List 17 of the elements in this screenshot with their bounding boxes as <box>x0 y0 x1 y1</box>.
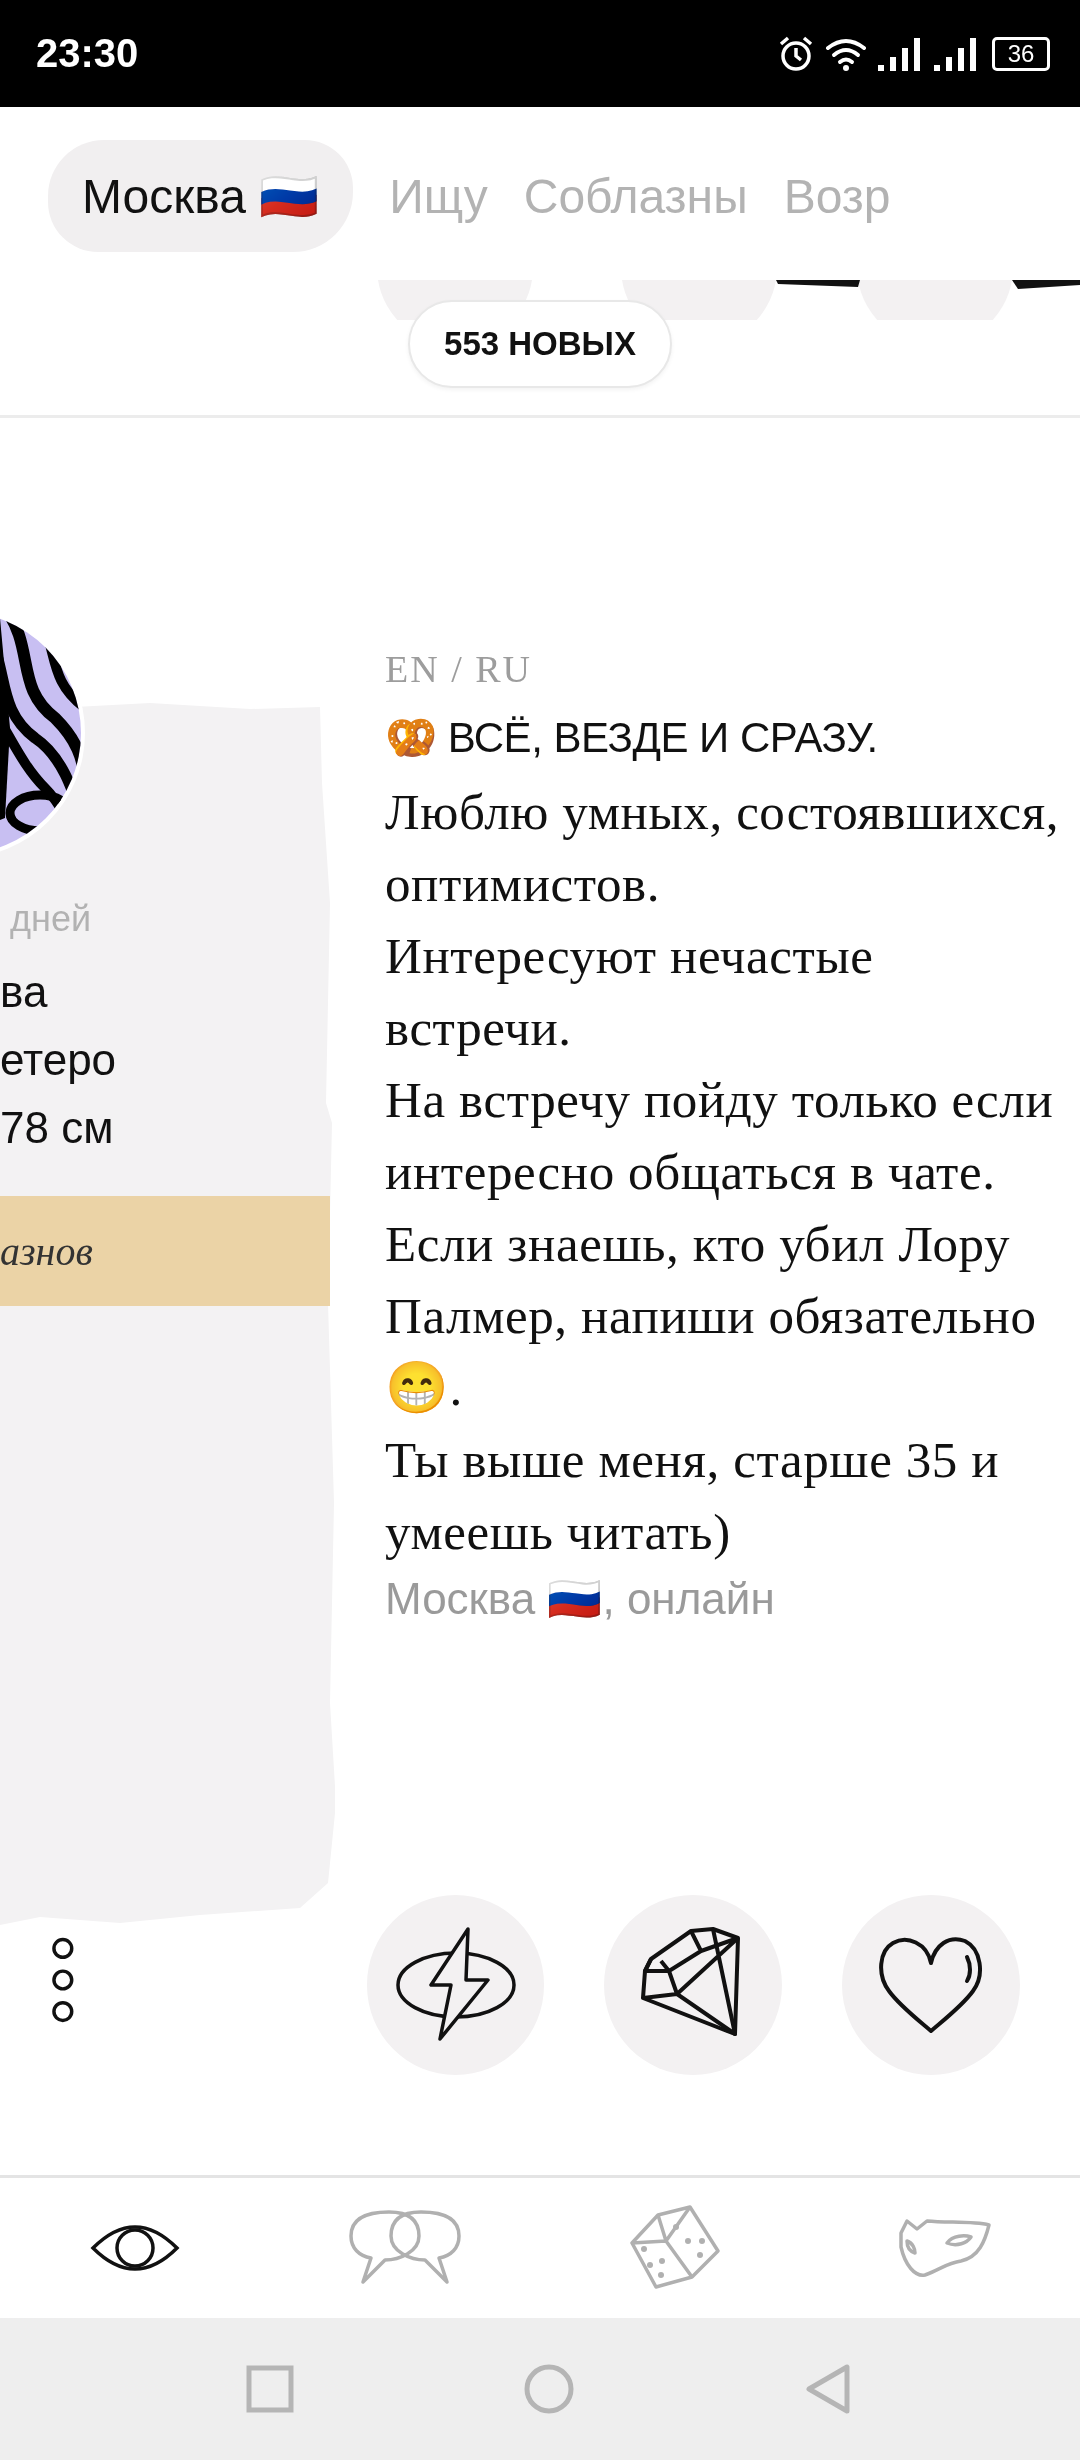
profile-headline: 🥨 ВСЁ, ВЕЗДЕ И СРАЗУ. <box>385 713 879 763</box>
activity-text: дней <box>10 898 93 940</box>
location-text: Москва 🇷🇺, онлайн <box>385 1573 776 1625</box>
status-banner: азнов <box>0 1196 330 1306</box>
tab[interactable]: Ищу <box>389 140 488 252</box>
clock-time: 23:30 <box>36 31 139 76</box>
profile-fact: ва <box>0 966 49 1018</box>
battery-indicator: 36 <box>992 36 1050 71</box>
tab[interactable]: Москва 🇷🇺 <box>48 140 354 252</box>
language-label: EN / RU <box>385 647 533 692</box>
tab[interactable]: Возр <box>783 140 891 252</box>
profile-bio: Люблю умных, состоявшихся, оптимистов. Интересуют нечастые встречи. На встречу пойду только если интересно общаться в чате. Если знаешь, кто убил Лору Палмер, напиши обязательно 😁. Ты выше меня, старше 35 и умеешь читать) <box>385 783 1061 1562</box>
tab[interactable]: Соблазны <box>523 140 748 252</box>
more-icon[interactable] <box>50 1935 76 2025</box>
profile-fact: етеро <box>0 1034 118 1086</box>
new-profiles-button[interactable]: 553 НОВЫХ <box>408 300 672 388</box>
profile-fact: 78 см <box>0 1102 115 1154</box>
